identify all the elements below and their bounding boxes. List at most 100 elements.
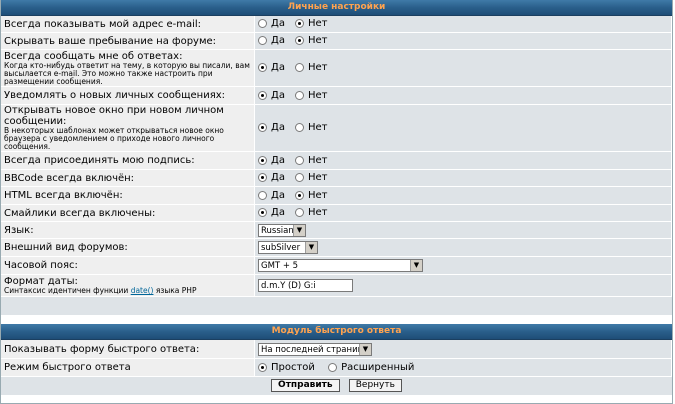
radio-yes[interactable]: Да: [258, 172, 285, 184]
setting-value-cell: Да Нет: [255, 33, 672, 50]
setting-value-cell: Да Нет: [255, 50, 672, 87]
setting-label-cell: BBCode всегда включён:: [1, 170, 255, 187]
radio-icon[interactable]: [294, 123, 304, 133]
setting-row: Открывать новое окно при новом личном со…: [1, 105, 672, 152]
setting-row: Уведомлять о новых личных сообщениях: Да Н…: [1, 87, 672, 105]
radio-no[interactable]: Нет: [294, 62, 327, 74]
button-row: Отправить Вернуть: [1, 377, 672, 395]
setting-label-cell: HTML всегда включён:: [1, 187, 255, 205]
setting-row-dateformat: Формат даты: Синтаксис идентичен функции …: [1, 275, 672, 297]
language-select[interactable]: Russian ▼: [258, 223, 306, 237]
radio-no[interactable]: Нет: [294, 207, 327, 219]
radio-yes[interactable]: Да: [258, 155, 285, 167]
reset-button[interactable]: Вернуть: [348, 379, 402, 392]
radio-icon[interactable]: [294, 173, 304, 183]
section-header-personal: Личные настройки: [1, 0, 672, 16]
quickreply-form-select[interactable]: На последней странице ▼: [258, 342, 372, 356]
radio-selected-icon[interactable]: [258, 362, 267, 372]
chevron-down-icon: ▼: [293, 224, 305, 236]
radio-no[interactable]: Нет: [294, 35, 327, 47]
setting-description: Синтаксис идентичен функции date() языка…: [4, 286, 197, 295]
radio-no[interactable]: Нет: [294, 155, 327, 167]
radio-icon[interactable]: [294, 155, 304, 165]
radio-yes[interactable]: Да: [258, 35, 285, 47]
radio-yes[interactable]: Да: [258, 190, 285, 202]
setting-label: Открывать новое окно при новом личном со…: [4, 105, 224, 127]
setting-row: Всегда сообщать мне об ответах: Когда кто…: [1, 50, 672, 87]
style-select[interactable]: subSilver ▼: [258, 241, 318, 254]
radio-icon[interactable]: [294, 36, 304, 46]
radio-icon[interactable]: [258, 123, 267, 133]
radio-icon[interactable]: [258, 155, 267, 165]
radio-icon[interactable]: [258, 90, 267, 100]
radio-icon[interactable]: [258, 63, 267, 73]
submit-button[interactable]: Отправить: [271, 379, 340, 392]
radio-no[interactable]: Нет: [294, 190, 327, 202]
radio-icon[interactable]: [258, 190, 267, 200]
setting-label: Часовой пояс:: [1, 257, 255, 275]
radio-no[interactable]: Нет: [294, 90, 327, 102]
radio-icon[interactable]: [258, 173, 267, 183]
section-header-quickreply: Модуль быстрого ответа: [1, 324, 672, 340]
setting-row-show-form: Показывать форму быстрого ответа: На пос…: [1, 340, 672, 359]
radio-icon[interactable]: [294, 208, 304, 218]
setting-row: Скрывать ваше пребывание на форуме: Да Нет: [1, 33, 672, 50]
date-format-input[interactable]: d.m.Y (D) G:i: [258, 279, 353, 292]
setting-value-cell: Да Нет: [255, 16, 672, 33]
radio-yes[interactable]: Да: [258, 90, 285, 102]
setting-label-cell: Всегда сообщать мне об ответах: Когда кто…: [1, 50, 255, 87]
setting-row-style: Внешний вид форумов: subSilver ▼: [1, 239, 672, 257]
setting-row-quickreply-mode: Режим быстрого ответа Простой Расширенны…: [1, 359, 672, 377]
setting-description: Когда кто-нибудь ответит на тему, в кото…: [4, 60, 250, 86]
setting-value-cell: Да Нет: [255, 205, 672, 222]
radio-yes[interactable]: Да: [258, 18, 285, 30]
radio-yes[interactable]: Да: [258, 122, 285, 134]
radio-icon[interactable]: [294, 19, 304, 29]
radio-icon[interactable]: [294, 190, 304, 200]
setting-label: Внешний вид форумов:: [1, 239, 255, 257]
radio-icon[interactable]: [294, 90, 304, 100]
setting-row: Всегда присоединять мою подпись: Да Нет: [1, 152, 672, 170]
setting-row: HTML всегда включён: Да Нет: [1, 187, 672, 205]
setting-label: Язык:: [1, 222, 255, 239]
radio-icon[interactable]: [258, 208, 267, 218]
personal-settings-table: Всегда показывать мой адрес e-mail: Да Нет…: [1, 16, 672, 297]
radio-icon[interactable]: [328, 362, 338, 372]
setting-label: Режим быстрого ответа: [1, 359, 255, 377]
setting-label: Уведомлять о новых личных сообщениях:: [4, 90, 226, 101]
setting-label-cell: Открывать новое окно при новом личном со…: [1, 105, 255, 152]
radio-no[interactable]: Нет: [294, 172, 327, 184]
setting-value-cell: Да Нет: [255, 170, 672, 187]
section-spacer: [1, 297, 672, 316]
setting-label: Всегда показывать мой адрес e-mail:: [4, 18, 202, 30]
setting-label: HTML всегда включён:: [4, 190, 123, 201]
setting-label: Смайлики всегда включены:: [4, 207, 156, 219]
timezone-select[interactable]: GMT + 5 ▼: [258, 259, 423, 272]
setting-label: BBCode всегда включён:: [4, 172, 135, 184]
radio-yes[interactable]: Да: [258, 207, 285, 219]
setting-value-cell: Да Нет: [255, 105, 672, 152]
setting-value-cell: Да Нет: [255, 152, 672, 170]
radio-no[interactable]: Нет: [294, 122, 327, 134]
setting-row-language: Язык: Russian ▼: [1, 222, 672, 239]
radio-icon[interactable]: [258, 36, 267, 46]
setting-value-cell: Да Нет: [255, 87, 672, 105]
setting-row: Смайлики всегда включены: Да Нет: [1, 205, 672, 222]
setting-label-cell: Смайлики всегда включены:: [1, 205, 255, 222]
radio-advanced[interactable]: Расширенный: [328, 362, 414, 374]
setting-label: Всегда сообщать мне об ответах:: [4, 50, 183, 62]
setting-row: BBCode всегда включён: Да Нет: [1, 170, 672, 187]
date-function-link[interactable]: date(): [131, 286, 154, 295]
setting-description: В некоторых шаблонах может открываться н…: [4, 126, 224, 151]
section-spacer-white: [1, 316, 672, 324]
radio-simple[interactable]: Простой: [258, 362, 315, 374]
profile-settings-panel: Личные настройки Всегда показывать мой а…: [0, 0, 673, 404]
radio-icon[interactable]: [294, 63, 304, 73]
radio-no[interactable]: Нет: [294, 18, 327, 30]
radio-yes[interactable]: Да: [258, 62, 285, 74]
setting-label-cell: Всегда показывать мой адрес e-mail:: [1, 16, 255, 33]
setting-value-cell: Да Нет: [255, 187, 672, 205]
setting-row-timezone: Часовой пояс: GMT + 5 ▼: [1, 257, 672, 275]
radio-icon[interactable]: [258, 19, 267, 29]
setting-label: Всегда присоединять мою подпись:: [4, 155, 195, 166]
